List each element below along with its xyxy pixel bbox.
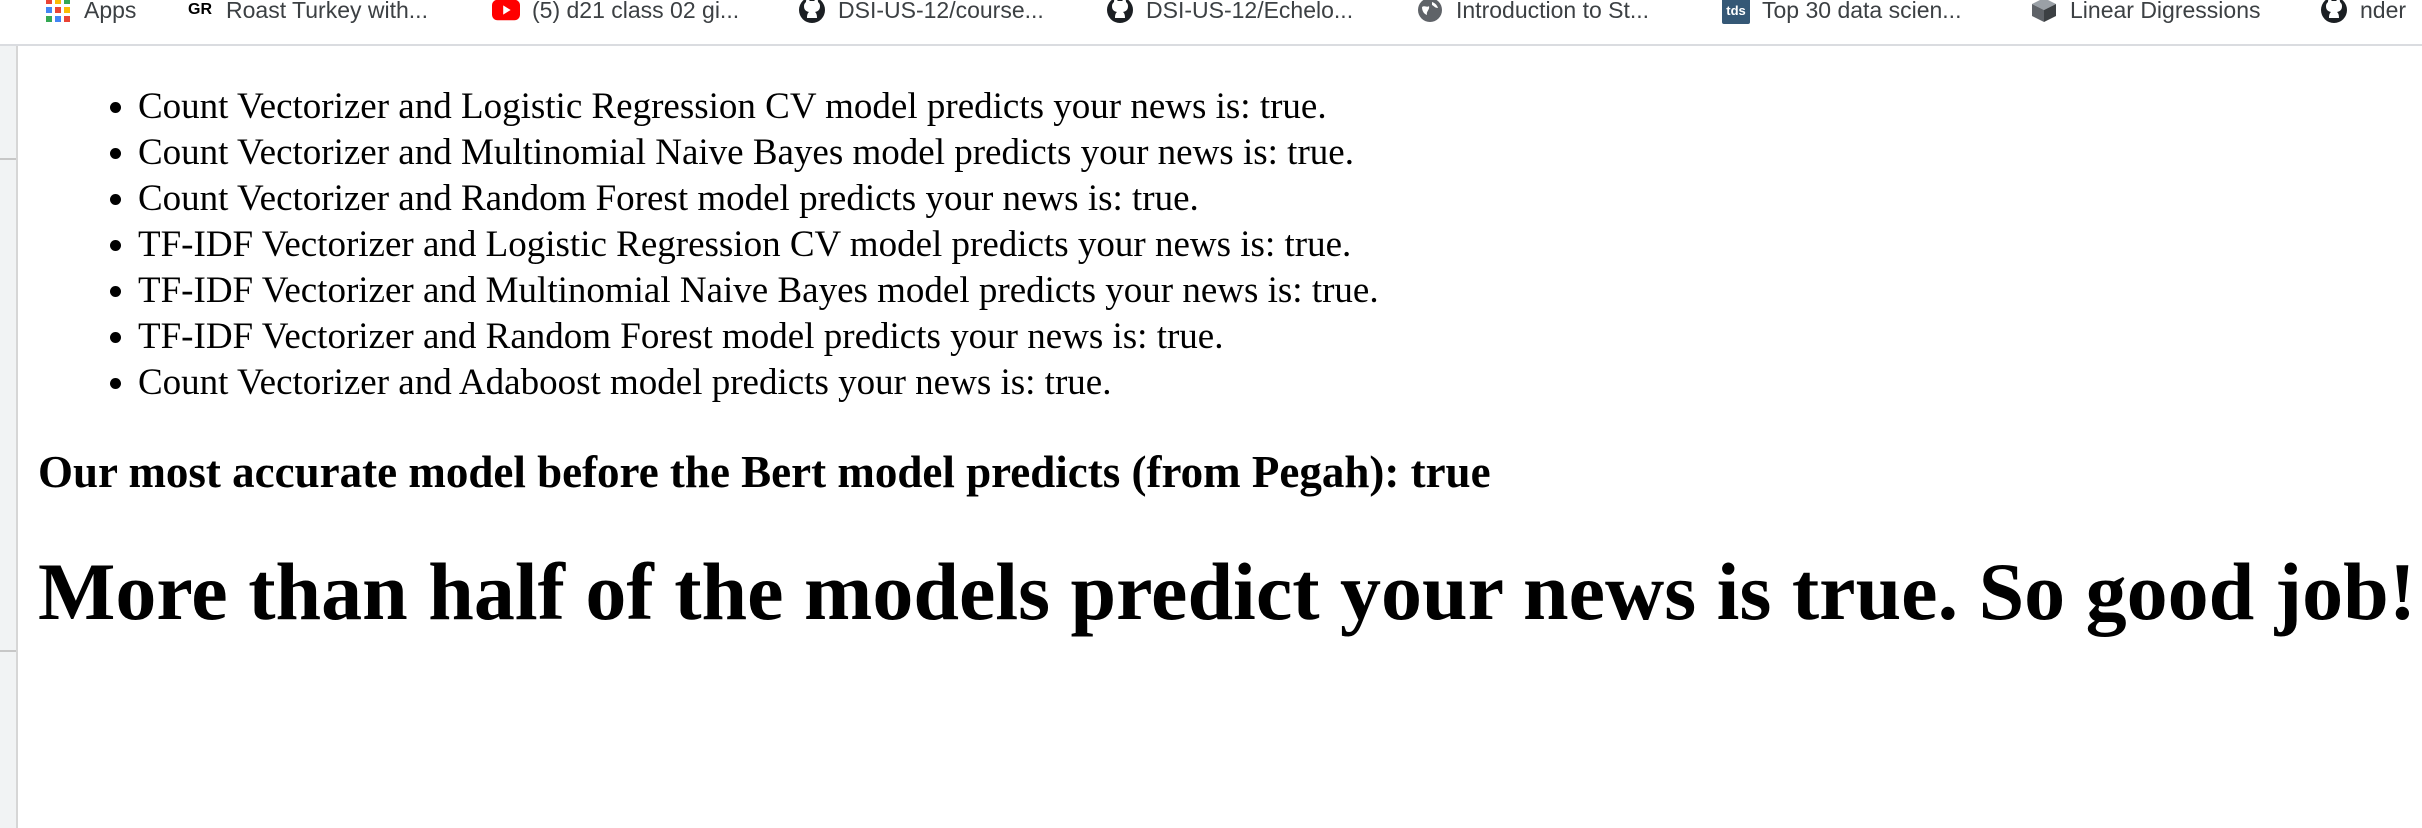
apps-grid-icon bbox=[44, 0, 72, 24]
list-item: Count Vectorizer and Adaboost model pred… bbox=[138, 360, 2408, 406]
bookmark-tds[interactable]: tds Top 30 data scien... bbox=[1722, 0, 1961, 28]
tds-icon: tds bbox=[1722, 0, 1750, 24]
bookmark-label: Roast Turkey with... bbox=[226, 0, 428, 23]
github-icon bbox=[2320, 0, 2348, 24]
list-item: Count Vectorizer and Multinomial Naive B… bbox=[138, 130, 2408, 176]
list-item: TF-IDF Vectorizer and Logistic Regressio… bbox=[138, 222, 2408, 268]
youtube-icon bbox=[492, 0, 520, 24]
bookmark-label: Introduction to St... bbox=[1456, 0, 1650, 23]
list-item: Count Vectorizer and Logistic Regression… bbox=[138, 84, 2408, 130]
bookmarks-bar: Apps GR Roast Turkey with... (5) d21 cla… bbox=[0, 0, 2422, 46]
page-content: Count Vectorizer and Logistic Regression… bbox=[38, 46, 2416, 640]
list-item: TF-IDF Vectorizer and Random Forest mode… bbox=[138, 314, 2408, 360]
bookmark-youtube[interactable]: (5) d21 class 02 gi... bbox=[492, 0, 739, 28]
bookmark-label: Linear Digressions bbox=[2070, 0, 2261, 23]
github-icon bbox=[1106, 0, 1134, 24]
github-icon bbox=[798, 0, 826, 24]
best-model-heading: Our most accurate model before the Bert … bbox=[38, 447, 1491, 497]
gr-icon: GR bbox=[188, 1, 212, 18]
bookmark-label: (5) d21 class 02 gi... bbox=[532, 0, 740, 23]
cube-icon bbox=[2030, 0, 2058, 24]
side-divider bbox=[0, 158, 16, 160]
bookmark-github-course[interactable]: DSI-US-12/course... bbox=[798, 0, 1044, 28]
bookmark-introduction[interactable]: Introduction to St... bbox=[1416, 0, 1649, 28]
side-divider bbox=[0, 650, 16, 652]
bookmark-label: nder bbox=[2360, 0, 2407, 23]
bookmark-label: Apps bbox=[84, 0, 137, 23]
bookmark-label: Top 30 data scien... bbox=[1762, 0, 1962, 23]
verdict-heading: More than half of the models predict you… bbox=[38, 546, 2416, 637]
list-item: Count Vectorizer and Random Forest model… bbox=[138, 176, 2408, 222]
bookmark-apps[interactable]: Apps bbox=[44, 0, 136, 28]
bookmark-linear-digressions[interactable]: Linear Digressions bbox=[2030, 0, 2260, 28]
bookmark-github-nder[interactable]: nder bbox=[2320, 0, 2406, 28]
bookmark-label: DSI-US-12/course... bbox=[838, 0, 1044, 23]
globe-icon bbox=[1416, 0, 1444, 24]
bookmark-label: DSI-US-12/Echelo... bbox=[1146, 0, 1354, 23]
bookmark-github-echelon[interactable]: DSI-US-12/Echelo... bbox=[1106, 0, 1353, 28]
bookmark-roast-turkey[interactable]: GR Roast Turkey with... bbox=[186, 0, 428, 28]
list-item: TF-IDF Vectorizer and Multinomial Naive … bbox=[138, 268, 2408, 314]
side-strip bbox=[0, 46, 18, 828]
model-results-list: Count Vectorizer and Logistic Regression… bbox=[38, 84, 2408, 406]
